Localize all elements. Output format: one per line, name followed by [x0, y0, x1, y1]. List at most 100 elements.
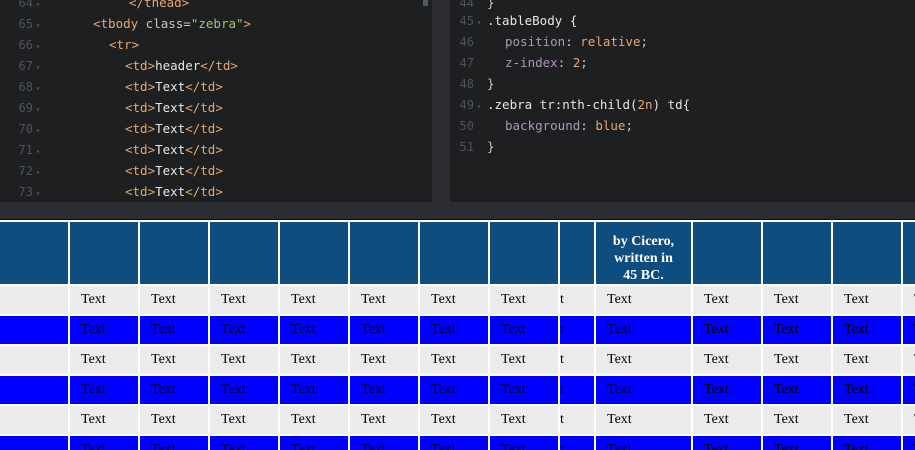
fold-arrow-icon[interactable]: ▾ [474, 96, 484, 117]
table-cell: Text [208, 404, 280, 436]
fold-arrow-icon[interactable]: ▾ [33, 99, 43, 120]
fold-arrow-icon[interactable]: ▾ [33, 120, 43, 141]
table-cell: Text [691, 344, 763, 376]
fold-arrow-icon[interactable]: ▾ [33, 141, 43, 162]
code-token: </td> [185, 79, 223, 94]
pane-divider[interactable] [432, 0, 450, 202]
code-token: <tr> [109, 37, 140, 52]
table-cell: Text [901, 284, 915, 316]
table-cell: Text [348, 344, 420, 376]
code-token: } [487, 139, 495, 154]
table-cell: Text [348, 434, 420, 450]
css-editor-pane[interactable]: 44} 45 ▾ .tableBody { 46 position: relative… [450, 0, 915, 202]
header-text-line: 45 BC. [623, 268, 664, 283]
code-line: 65 ▾ <tbody class="zebra"> [0, 13, 252, 36]
line-number: 46 [459, 35, 474, 49]
code-token: "zebra" [190, 16, 244, 31]
table-cell: Text [761, 434, 833, 450]
table-cell: Text [761, 374, 833, 406]
table-row: headerTextTextTextTextTextTextTexttTextT… [0, 314, 915, 346]
code-line: 69 ▾ <td>Text</td> [0, 97, 223, 118]
table-cell: Text [901, 404, 915, 436]
table-cell: Text [594, 314, 693, 346]
code-token: </td> [185, 163, 223, 178]
fold-arrow-icon[interactable]: ▾ [33, 15, 43, 36]
table-cell: Text [488, 404, 560, 436]
table-cell: Text [901, 374, 915, 406]
line-number: 72 [18, 164, 33, 178]
table-cell: header [0, 284, 70, 316]
table-cell: t [558, 374, 596, 406]
table-header-row: by Cicero, written in 45 BC. [0, 220, 915, 286]
code-line: 50 background: blue; [450, 115, 633, 136]
table-row: headerTextTextTextTextTextTextTexttTextT… [0, 434, 915, 450]
table-cell: Text [138, 284, 210, 316]
table-cell: t [558, 284, 596, 316]
code-token: <td> [125, 58, 156, 73]
table-header-cell [418, 220, 490, 286]
html-editor-scrollbar[interactable] [423, 0, 428, 6]
table-cell: Text [68, 314, 140, 346]
fold-arrow-icon[interactable]: ▾ [33, 78, 43, 99]
table-cell: Text [831, 434, 903, 450]
table-cell: Text [594, 344, 693, 376]
table-cell: Text [831, 404, 903, 436]
table-cell: Text [138, 344, 210, 376]
code-token: class= [138, 16, 191, 31]
table-header-cell [278, 220, 350, 286]
table-cell: Text [278, 284, 350, 316]
table-cell: header [0, 314, 70, 346]
code-token: relative [580, 34, 641, 49]
table-cell: Text [418, 344, 490, 376]
html-editor-pane[interactable]: 64 ▾ </thead> 65 ▾ <tbody class="zebra"> 66 ▾… [0, 0, 432, 202]
line-number: 64 [18, 0, 33, 10]
table-cell: Text [418, 284, 490, 316]
code-token: </td> [185, 184, 223, 199]
code-line: 72 ▾ <td>Text</td> [0, 160, 223, 181]
code-token: Text [155, 79, 186, 94]
table-cell: Text [138, 404, 210, 436]
code-token: </td> [185, 121, 223, 136]
code-line: 66 ▾ <tr> [0, 34, 140, 57]
header-cell-text: by Cicero, written in 45 BC. [597, 223, 690, 283]
table-header-cell [68, 220, 140, 286]
code-line: 71 ▾ <td>Text</td> [0, 139, 223, 160]
table-cell: header [0, 344, 70, 376]
table-cell: Text [138, 434, 210, 450]
fold-arrow-icon[interactable]: ▾ [33, 57, 43, 78]
code-line: 48} [450, 73, 495, 94]
table-cell: Text [348, 374, 420, 406]
table-cell: Text [831, 344, 903, 376]
code-token: position [505, 34, 566, 49]
table-cell: Text [418, 314, 490, 346]
table-header-cell [138, 220, 210, 286]
table-cell: Text [488, 284, 560, 316]
table-cell: t [558, 434, 596, 450]
code-line: 46 position: relative; [450, 31, 648, 52]
table-header-cell [208, 220, 280, 286]
line-number: 45 [459, 14, 474, 28]
table-cell: Text [278, 344, 350, 376]
table-cell: Text [831, 284, 903, 316]
table-cell: Text [138, 314, 210, 346]
table-cell: Text [208, 434, 280, 450]
table-cell: Text [278, 434, 350, 450]
line-number: 66 [18, 38, 33, 52]
table-header-cell [0, 220, 70, 286]
table-header-cell [901, 220, 915, 286]
line-number: 70 [18, 122, 33, 136]
table-row: headerTextTextTextTextTextTextTexttTextT… [0, 284, 915, 316]
preview-resize-bar[interactable] [0, 202, 915, 220]
fold-arrow-icon[interactable]: ▾ [33, 183, 43, 202]
code-token: <td> [125, 142, 156, 157]
fold-arrow-icon[interactable]: ▾ [33, 36, 43, 57]
table-cell: t [558, 344, 596, 376]
table-row: headerTextTextTextTextTextTextTexttTextT… [0, 344, 915, 376]
code-token: blue [595, 118, 626, 133]
fold-arrow-icon[interactable]: ▾ [33, 162, 43, 183]
fold-arrow-icon[interactable]: ▾ [474, 12, 484, 33]
table-cell: Text [691, 284, 763, 316]
table-cell: Text [418, 374, 490, 406]
line-number: 68 [18, 80, 33, 94]
table-header-cell [761, 220, 833, 286]
